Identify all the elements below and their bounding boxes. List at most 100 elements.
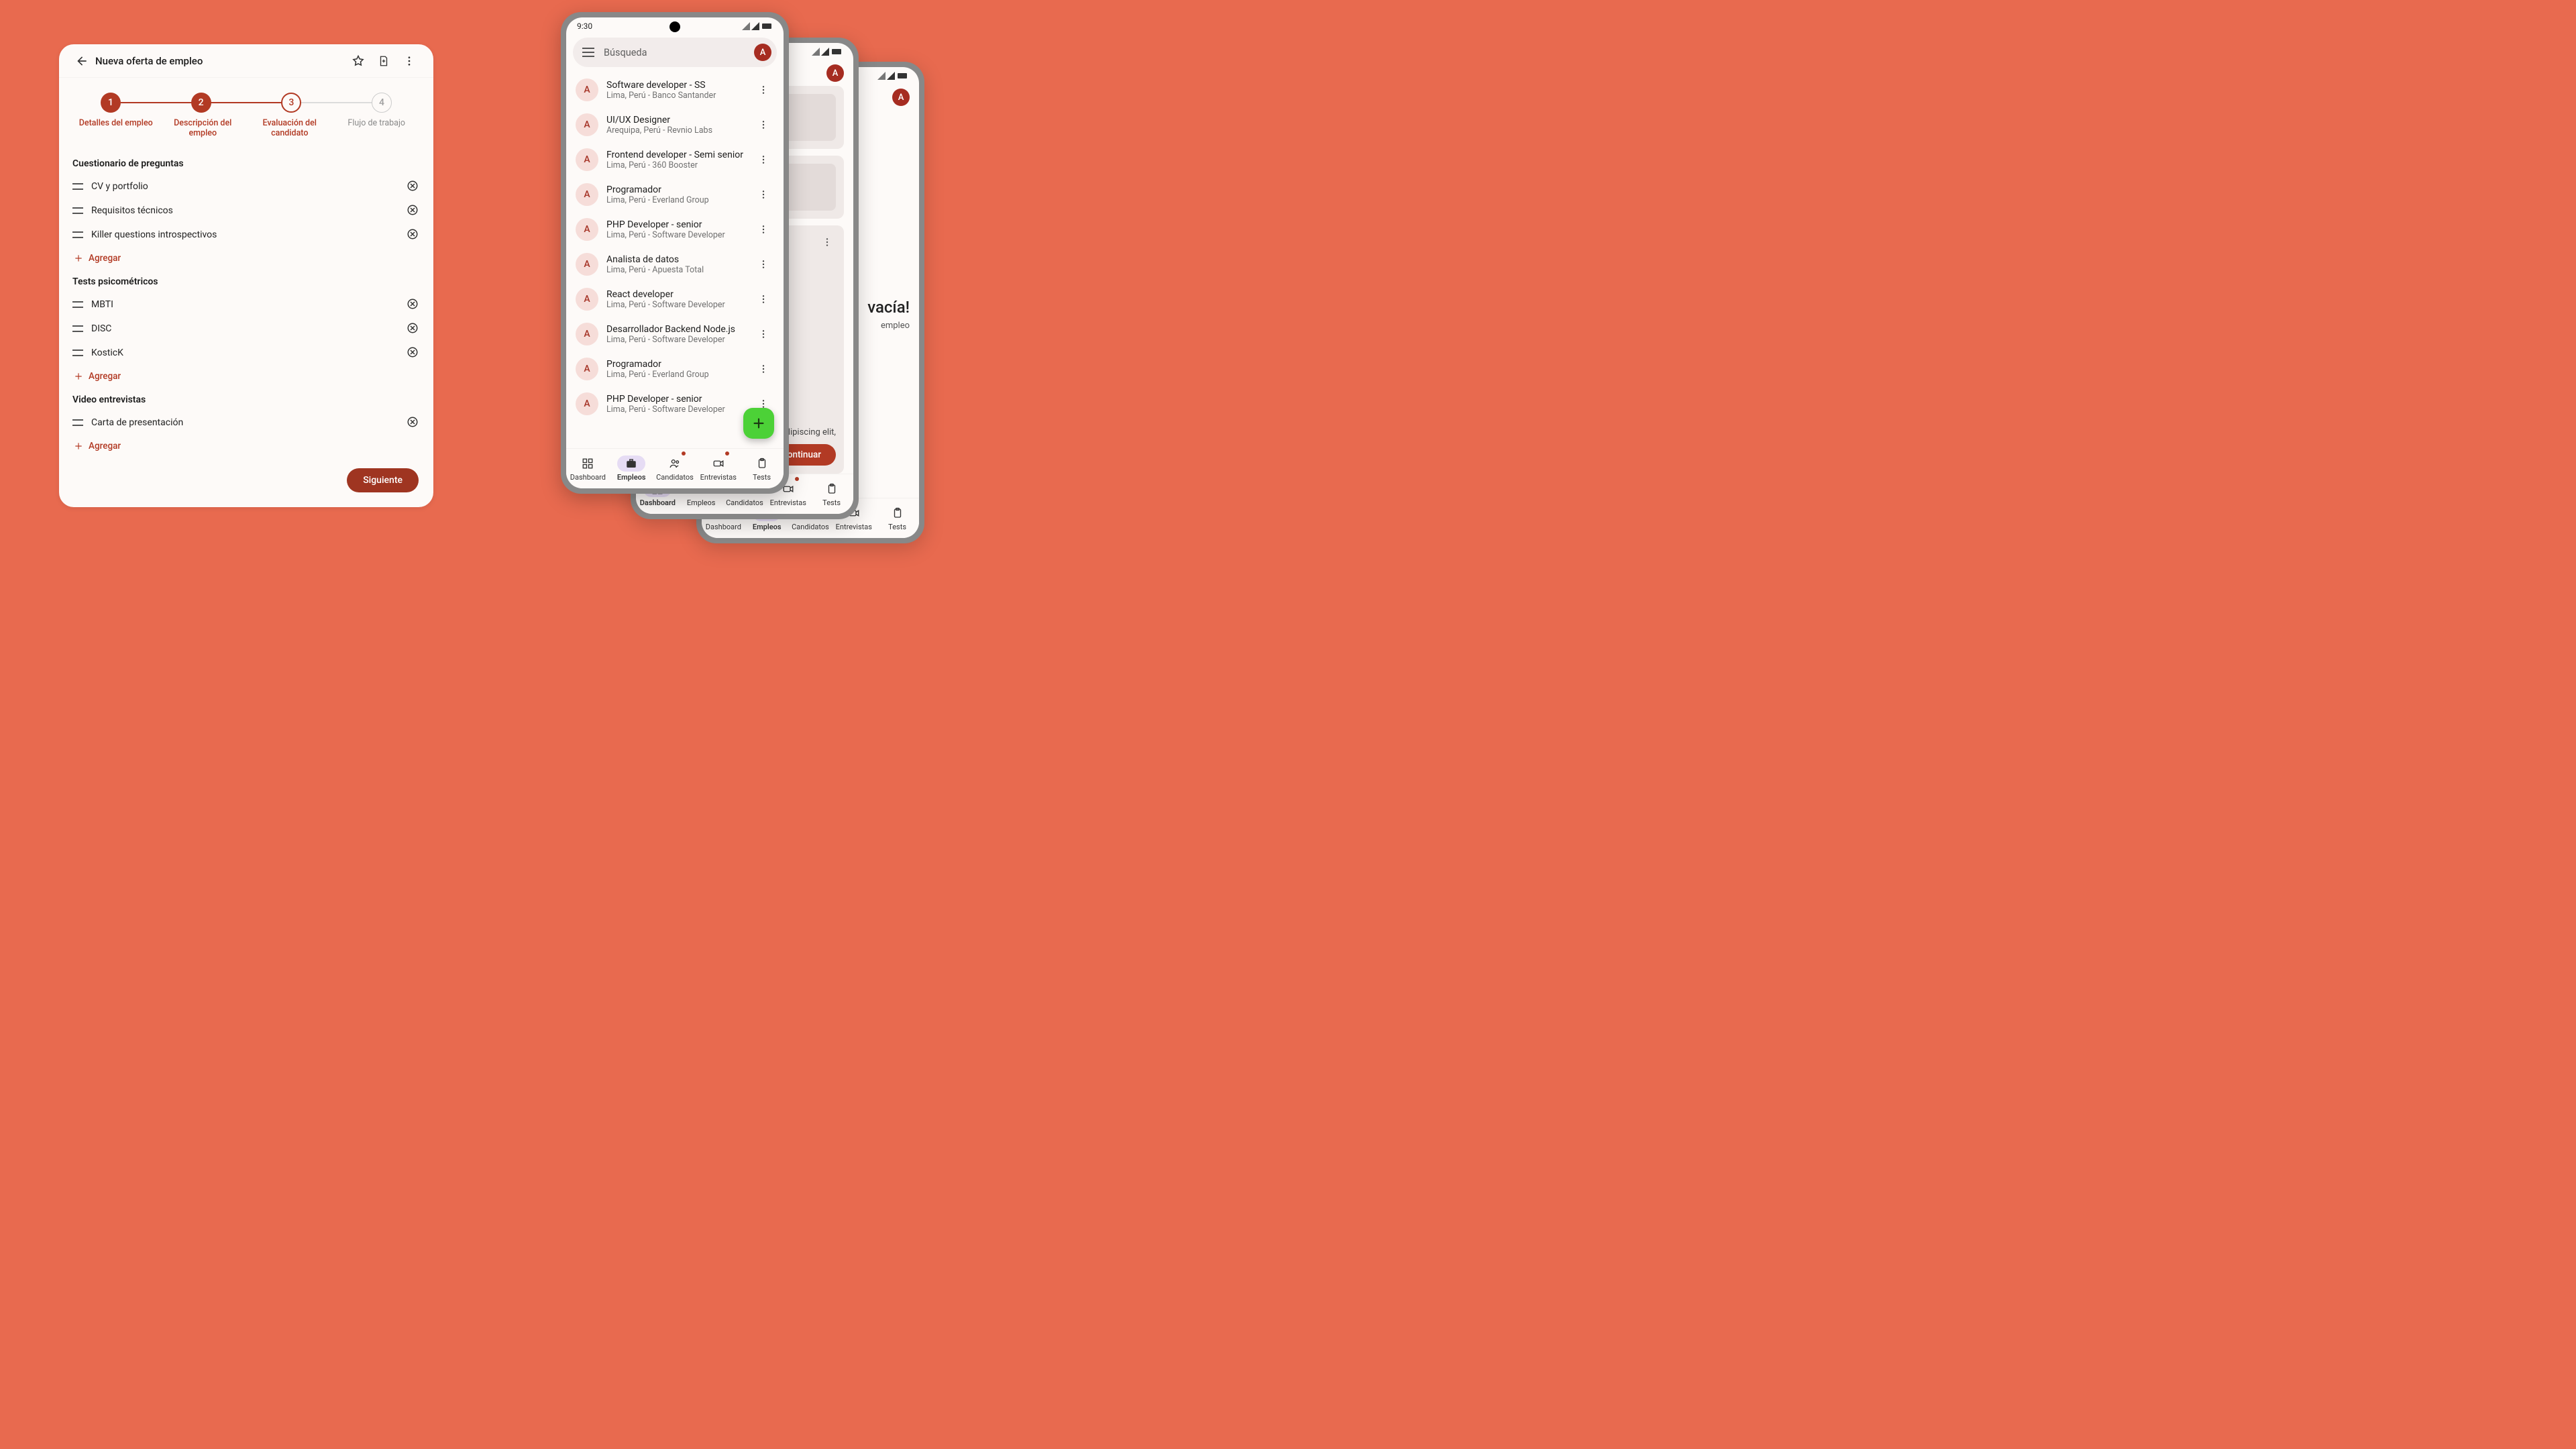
nav-tests[interactable]: Tests — [740, 449, 784, 488]
job-more-button[interactable] — [758, 154, 774, 165]
add-item-button[interactable]: Agregar — [72, 365, 420, 388]
fab-add-button[interactable] — [743, 408, 774, 439]
add-document-icon — [378, 55, 390, 67]
job-list[interactable]: ASoftware developer - SSLima, Perú - Ban… — [566, 72, 784, 448]
job-more-button[interactable] — [758, 294, 774, 305]
job-text: UI/UX DesignerArequipa, Perú - Revnio La… — [606, 115, 758, 136]
job-list-item[interactable]: ASoftware developer - SSLima, Perú - Ban… — [566, 72, 784, 107]
more-button[interactable] — [398, 50, 420, 72]
drag-handle-icon[interactable] — [72, 301, 87, 308]
step-2-label: Descripción del empleo — [160, 118, 247, 138]
avatar[interactable]: A — [754, 44, 771, 61]
job-text: Desarrollador Backend Node.jsLima, Perú … — [606, 324, 758, 345]
job-list-item[interactable]: AUI/UX DesignerArequipa, Perú - Revnio L… — [566, 107, 784, 142]
signal-icons — [812, 48, 843, 56]
drag-handle-icon[interactable] — [72, 419, 87, 426]
job-avatar: A — [576, 78, 598, 101]
job-title: PHP Developer - senior — [606, 394, 758, 405]
search-bar[interactable]: Búsqueda A — [573, 38, 777, 67]
drag-handle-icon[interactable] — [72, 231, 87, 238]
plus-icon — [74, 441, 89, 451]
favorite-button[interactable] — [347, 50, 369, 72]
job-avatar: A — [576, 392, 598, 415]
job-list-item[interactable]: ADesarrollador Backend Node.jsLima, Perú… — [566, 317, 784, 352]
add-item-button[interactable]: Agregar — [72, 247, 420, 270]
clipboard-icon — [892, 507, 904, 519]
list-item-label: CV y portfolio — [91, 181, 407, 192]
job-list-item[interactable]: AAnalista de datosLima, Perú - Apuesta T… — [566, 247, 784, 282]
job-title: Programador — [606, 359, 758, 370]
remove-item-button[interactable] — [407, 322, 420, 335]
avatar[interactable]: A — [892, 89, 910, 106]
job-text: ProgramadorLima, Perú - Everland Group — [606, 184, 758, 205]
bottom-nav: Dashboard Empleos CandidatosEntrevistasTes… — [566, 448, 784, 488]
drag-handle-icon[interactable] — [72, 325, 87, 332]
list-item[interactable]: CV y portfolio — [72, 174, 420, 199]
remove-item-button[interactable] — [407, 416, 420, 429]
step-2[interactable]: 2 — [191, 93, 211, 113]
list-item[interactable]: Requisitos técnicos — [72, 199, 420, 223]
list-item[interactable]: MBTI — [72, 292, 420, 317]
nav-label: Empleos — [617, 473, 646, 482]
form-body: Cuestionario de preguntasCV y portfolioR… — [59, 142, 433, 462]
clipboard-icon — [826, 483, 838, 495]
job-list-item[interactable]: AReact developerLima, Perú - Software De… — [566, 282, 784, 317]
remove-item-button[interactable] — [407, 204, 420, 217]
job-text: Frontend developer - Semi seniorLima, Pe… — [606, 150, 758, 170]
card-more-button[interactable] — [818, 233, 836, 251]
job-more-button[interactable] — [758, 329, 774, 339]
notification-badge — [725, 451, 729, 455]
job-avatar: A — [576, 148, 598, 171]
nav-label: Entrevistas — [836, 523, 872, 531]
drag-handle-icon[interactable] — [72, 207, 87, 214]
drag-handle-icon[interactable] — [72, 350, 87, 356]
menu-button[interactable] — [582, 48, 594, 57]
back-button[interactable] — [71, 50, 93, 72]
step-1[interactable]: 1 — [101, 93, 121, 113]
job-more-button[interactable] — [758, 119, 774, 130]
job-more-button[interactable] — [758, 224, 774, 235]
job-subtitle: Lima, Perú - Apuesta Total — [606, 265, 758, 275]
job-list-item[interactable]: AProgramadorLima, Perú - Everland Group — [566, 177, 784, 212]
remove-item-button[interactable] — [407, 298, 420, 311]
step-3[interactable]: 3 — [281, 93, 301, 113]
stepper-line — [121, 102, 199, 103]
job-list-item[interactable]: A Frontend developer - Semi seniorLima, P… — [566, 142, 784, 177]
drag-handle-icon[interactable] — [72, 183, 87, 190]
job-list-item[interactable]: A ProgramadorLima, Perú - Everland Group — [566, 352, 784, 386]
list-item-label: DISC — [91, 323, 407, 334]
job-subtitle: Lima, Perú - Everland Group — [606, 370, 758, 380]
nav-tests[interactable]: Tests — [875, 498, 919, 538]
list-item[interactable]: Carta de presentación — [72, 411, 420, 435]
add-item-label: Agregar — [89, 253, 121, 264]
job-more-button[interactable] — [758, 364, 774, 374]
job-subtitle: Lima, Perú - Software Developer — [606, 335, 758, 345]
arrow-back-icon — [75, 54, 89, 68]
nav-dashboard[interactable]: Dashboard — [566, 449, 610, 488]
nav-empleos[interactable]: Empleos — [610, 449, 653, 488]
avatar[interactable]: A — [826, 64, 844, 82]
job-list-item[interactable]: APHP Developer - seniorLima, Perú - Soft… — [566, 212, 784, 247]
nav-label: Dashboard — [570, 473, 606, 482]
nav-candidatos[interactable]: Candidatos — [653, 449, 697, 488]
remove-item-button[interactable] — [407, 346, 420, 360]
remove-item-button[interactable] — [407, 180, 420, 193]
job-more-button[interactable] — [758, 85, 774, 95]
list-item[interactable]: Killer questions introspectivos — [72, 223, 420, 247]
remove-item-button[interactable] — [407, 228, 420, 241]
stepper-line — [295, 102, 373, 103]
nav-tests[interactable]: Tests — [810, 474, 853, 514]
step-4: 4 — [372, 93, 392, 113]
job-more-button[interactable] — [758, 189, 774, 200]
form-footer: Siguiente — [59, 462, 433, 507]
nav-entrevistas[interactable]: Entrevistas — [696, 449, 740, 488]
list-item[interactable]: DISC — [72, 317, 420, 341]
new-tab-button[interactable] — [373, 50, 394, 72]
next-button[interactable]: Siguiente — [347, 468, 419, 492]
add-item-button[interactable]: Agregar — [72, 435, 420, 458]
nav-label: Tests — [888, 523, 906, 531]
list-item[interactable]: KosticK — [72, 341, 420, 365]
job-avatar: A — [576, 358, 598, 380]
job-more-button[interactable] — [758, 259, 774, 270]
job-title: React developer — [606, 289, 758, 300]
